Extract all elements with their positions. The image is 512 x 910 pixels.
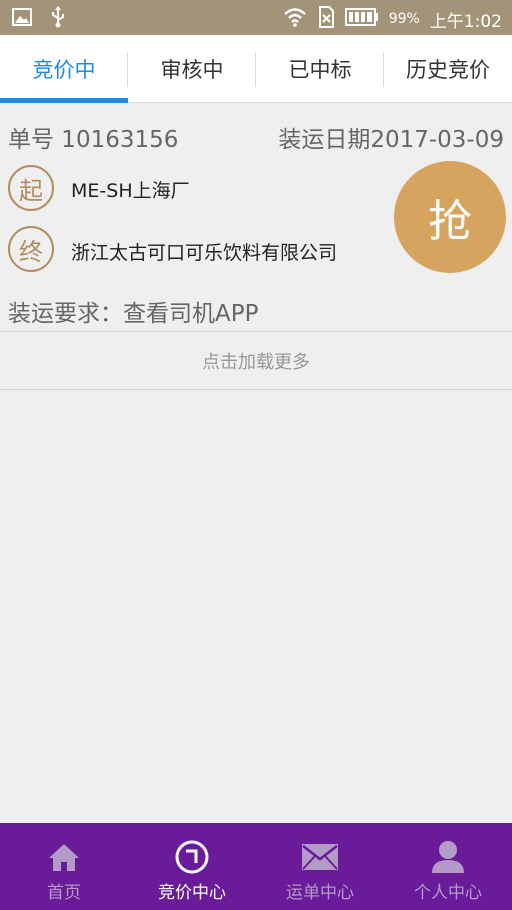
usb-icon: [50, 6, 66, 32]
nav-label: 个人中心: [414, 883, 482, 903]
active-tab-indicator: [0, 98, 128, 103]
tab-label: 已中标: [288, 57, 352, 82]
shipping-requirement: 装运要求：查看司机APP: [8, 301, 259, 327]
mail-icon: [301, 840, 339, 874]
nav-label: 竞价中心: [158, 883, 226, 903]
tab-label: 审核中: [160, 57, 224, 82]
shipping-date: 装运日期2017-03-09: [278, 127, 504, 153]
battery-icon: [344, 8, 379, 30]
nav-label: 首页: [47, 883, 81, 903]
order-number: 单号 10163156: [8, 127, 179, 153]
wifi-icon: [283, 7, 307, 31]
order-card[interactable]: 单号 10163156 装运日期2017-03-09 起 ME-SH上海厂 终 …: [0, 104, 512, 332]
origin-badge: 起: [8, 165, 54, 211]
tab-bar: 竞价中 审核中 已中标 历史竞价: [0, 35, 512, 103]
nav-label: 运单中心: [286, 883, 354, 903]
bid-center-icon: [175, 840, 209, 874]
grab-button[interactable]: 抢: [394, 161, 506, 273]
clock: 上午1:02: [429, 11, 502, 32]
nav-bid-center[interactable]: 竞价中心: [128, 823, 256, 910]
battery-percent: 99%: [388, 11, 420, 27]
no-sim-icon: [317, 6, 335, 32]
nav-waybill-center[interactable]: 运单中心: [256, 823, 384, 910]
home-icon: [47, 840, 81, 874]
nav-personal-center[interactable]: 个人中心: [384, 823, 512, 910]
nav-home[interactable]: 首页: [0, 823, 128, 910]
destination-badge: 终: [8, 226, 54, 272]
tab-bidding[interactable]: 竞价中: [0, 35, 128, 103]
status-bar: 99% 上午1:02: [0, 0, 512, 35]
tab-label: 历史竞价: [406, 57, 490, 82]
load-more-button[interactable]: 点击加载更多: [0, 333, 512, 390]
gallery-icon: [12, 8, 32, 30]
bottom-nav: 首页 竞价中心 运单中心 个人中心: [0, 823, 512, 910]
tab-label: 竞价中: [32, 57, 96, 82]
user-icon: [430, 840, 466, 874]
origin-text: ME-SH上海厂: [71, 180, 190, 202]
tab-history[interactable]: 历史竞价: [384, 35, 512, 102]
tab-won[interactable]: 已中标: [256, 35, 384, 102]
tab-reviewing[interactable]: 审核中: [128, 35, 256, 102]
destination-text: 浙江太古可口可乐饮料有限公司: [71, 242, 338, 264]
